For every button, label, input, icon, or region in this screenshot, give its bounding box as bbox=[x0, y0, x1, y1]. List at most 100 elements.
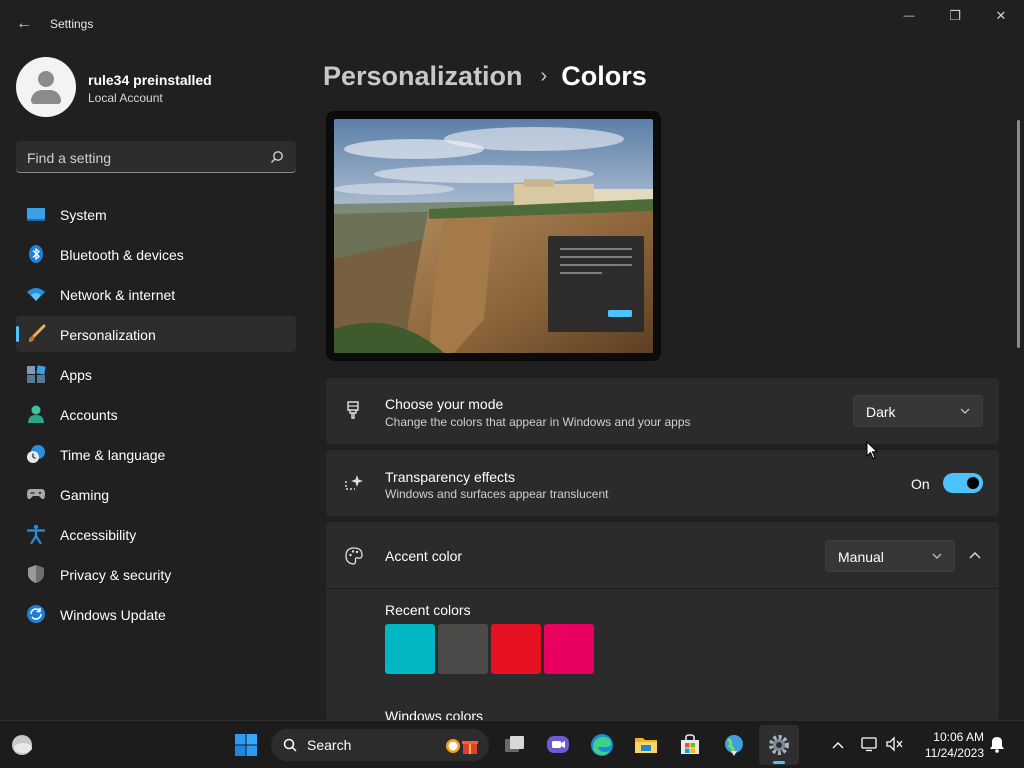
sidebar-item-time-language[interactable]: Time & language bbox=[16, 436, 296, 472]
sidebar-item-system[interactable]: System bbox=[16, 196, 296, 232]
mode-dropdown-value: Dark bbox=[866, 404, 896, 420]
mode-dropdown[interactable]: Dark bbox=[853, 395, 983, 427]
settings-search-input[interactable]: Find a setting bbox=[16, 141, 296, 173]
task-view-icon[interactable] bbox=[503, 733, 527, 757]
mode-title: Choose your mode bbox=[385, 396, 504, 412]
accessibility-icon bbox=[26, 524, 46, 544]
shield-icon bbox=[28, 565, 44, 583]
search-icon bbox=[283, 738, 297, 752]
sidebar-item-label: Time & language bbox=[60, 447, 166, 463]
chevron-down-icon bbox=[932, 553, 942, 559]
accent-dropdown-value: Manual bbox=[838, 549, 884, 565]
recent-color-swatch[interactable] bbox=[438, 624, 488, 674]
restore-icon: ❐ bbox=[949, 8, 961, 23]
mouse-cursor-icon bbox=[866, 441, 878, 460]
sidebar-item-network[interactable]: Network & internet bbox=[16, 276, 296, 312]
breadcrumb-chevron-icon: › bbox=[540, 64, 548, 87]
account-type: Local Account bbox=[88, 91, 163, 105]
sidebar-item-privacy-security[interactable]: Privacy & security bbox=[16, 556, 296, 592]
title-bar: ← Settings — ❐ ✕ bbox=[0, 0, 1024, 48]
accounts-icon bbox=[28, 405, 44, 423]
sidebar-item-label: Bluetooth & devices bbox=[60, 247, 184, 263]
microsoft-store-icon[interactable] bbox=[678, 733, 702, 757]
taskbar-search-label: Search bbox=[307, 737, 352, 753]
sidebar-item-label: Network & internet bbox=[60, 287, 176, 303]
user-card[interactable]: rule34 preinstalled Local Account bbox=[16, 57, 296, 117]
weather-icon[interactable] bbox=[10, 733, 34, 757]
mode-card: Choose your mode Change the colors that … bbox=[326, 378, 999, 444]
gaming-icon bbox=[27, 489, 45, 500]
sidebar-item-bluetooth[interactable]: Bluetooth & devices bbox=[16, 236, 296, 272]
sidebar-item-label: Privacy & security bbox=[60, 567, 172, 583]
bluetooth-icon bbox=[29, 245, 43, 263]
toggle-knob bbox=[967, 477, 979, 489]
accent-title: Accent color bbox=[385, 548, 463, 564]
sidebar-item-label: Personalization bbox=[60, 327, 156, 343]
minimize-icon: — bbox=[903, 10, 915, 22]
gear-icon bbox=[769, 735, 789, 755]
system-icon bbox=[27, 208, 45, 221]
sidebar-item-label: Gaming bbox=[60, 487, 110, 503]
scrollbar[interactable] bbox=[1017, 120, 1020, 348]
active-app-indicator bbox=[773, 761, 785, 764]
sidebar-item-label: Apps bbox=[60, 367, 92, 383]
palette-icon bbox=[345, 547, 363, 565]
sidebar-nav: System Bluetooth & devices Network & int… bbox=[16, 196, 296, 636]
recent-colors-label: Recent colors bbox=[385, 602, 471, 618]
sidebar-item-gaming[interactable]: Gaming bbox=[16, 476, 296, 512]
time-language-icon bbox=[27, 445, 45, 463]
chevron-up-icon[interactable] bbox=[831, 740, 845, 750]
accent-card: Accent color Manual Recent colors Window… bbox=[326, 522, 999, 724]
network-icon[interactable] bbox=[861, 736, 879, 752]
apps-icon bbox=[27, 365, 46, 383]
edge-browser-icon[interactable] bbox=[590, 733, 614, 757]
toggle-state-label: On bbox=[911, 476, 930, 492]
sidebar-item-windows-update[interactable]: Windows Update bbox=[16, 596, 296, 632]
close-icon: ✕ bbox=[995, 8, 1007, 23]
volume-muted-icon[interactable] bbox=[885, 736, 905, 752]
sidebar-item-personalization[interactable]: Personalization bbox=[16, 316, 296, 352]
sidebar-item-apps[interactable]: Apps bbox=[16, 356, 296, 392]
taskbar-search[interactable]: Search bbox=[271, 729, 489, 761]
wifi-icon bbox=[27, 288, 45, 301]
back-arrow-icon: ← bbox=[16, 15, 32, 32]
transparency-title: Transparency effects bbox=[385, 469, 515, 485]
search-icon bbox=[271, 151, 283, 163]
breadcrumb: Personalization › Colors bbox=[323, 58, 647, 94]
sidebar-item-label: Windows Update bbox=[60, 607, 166, 623]
transparency-toggle[interactable] bbox=[943, 473, 983, 493]
file-explorer-icon[interactable] bbox=[634, 733, 658, 757]
back-button[interactable]: ← bbox=[10, 10, 38, 38]
wallpaper-image bbox=[334, 119, 653, 353]
gift-icon bbox=[446, 739, 478, 754]
taskbar-clock[interactable]: 10:06 AM 11/24/2023 bbox=[916, 729, 984, 761]
chevron-up-icon[interactable] bbox=[969, 551, 981, 561]
minimize-button[interactable]: — bbox=[886, 0, 932, 32]
windows-start-icon[interactable] bbox=[234, 733, 258, 757]
brush-icon bbox=[28, 324, 46, 342]
teams-chat-icon[interactable] bbox=[546, 733, 570, 757]
settings-taskbar-button[interactable] bbox=[759, 725, 799, 765]
accent-dropdown[interactable]: Manual bbox=[825, 540, 955, 572]
chevron-down-icon bbox=[960, 408, 970, 414]
breadcrumb-parent[interactable]: Personalization bbox=[323, 61, 523, 92]
globe-app-icon[interactable] bbox=[722, 733, 746, 757]
sidebar-item-label: Accounts bbox=[60, 407, 118, 423]
restore-button[interactable]: ❐ bbox=[932, 0, 978, 32]
sidebar-item-accessibility[interactable]: Accessibility bbox=[16, 516, 296, 552]
theme-preview bbox=[326, 111, 661, 361]
paint-bucket-icon bbox=[347, 401, 359, 419]
page-title: Colors bbox=[561, 60, 647, 91]
clock-date: 11/24/2023 bbox=[924, 746, 984, 760]
transparency-card: Transparency effects Windows and surface… bbox=[326, 450, 999, 516]
sparkle-icon bbox=[345, 475, 363, 490]
avatar bbox=[16, 57, 76, 117]
notification-icon[interactable] bbox=[988, 735, 1006, 753]
app-title: Settings bbox=[50, 17, 94, 31]
recent-color-swatch[interactable] bbox=[491, 624, 541, 674]
update-icon bbox=[27, 605, 45, 623]
close-button[interactable]: ✕ bbox=[978, 0, 1024, 32]
sidebar-item-accounts[interactable]: Accounts bbox=[16, 396, 296, 432]
recent-color-swatch[interactable] bbox=[544, 624, 594, 674]
recent-color-swatch[interactable] bbox=[385, 624, 435, 674]
